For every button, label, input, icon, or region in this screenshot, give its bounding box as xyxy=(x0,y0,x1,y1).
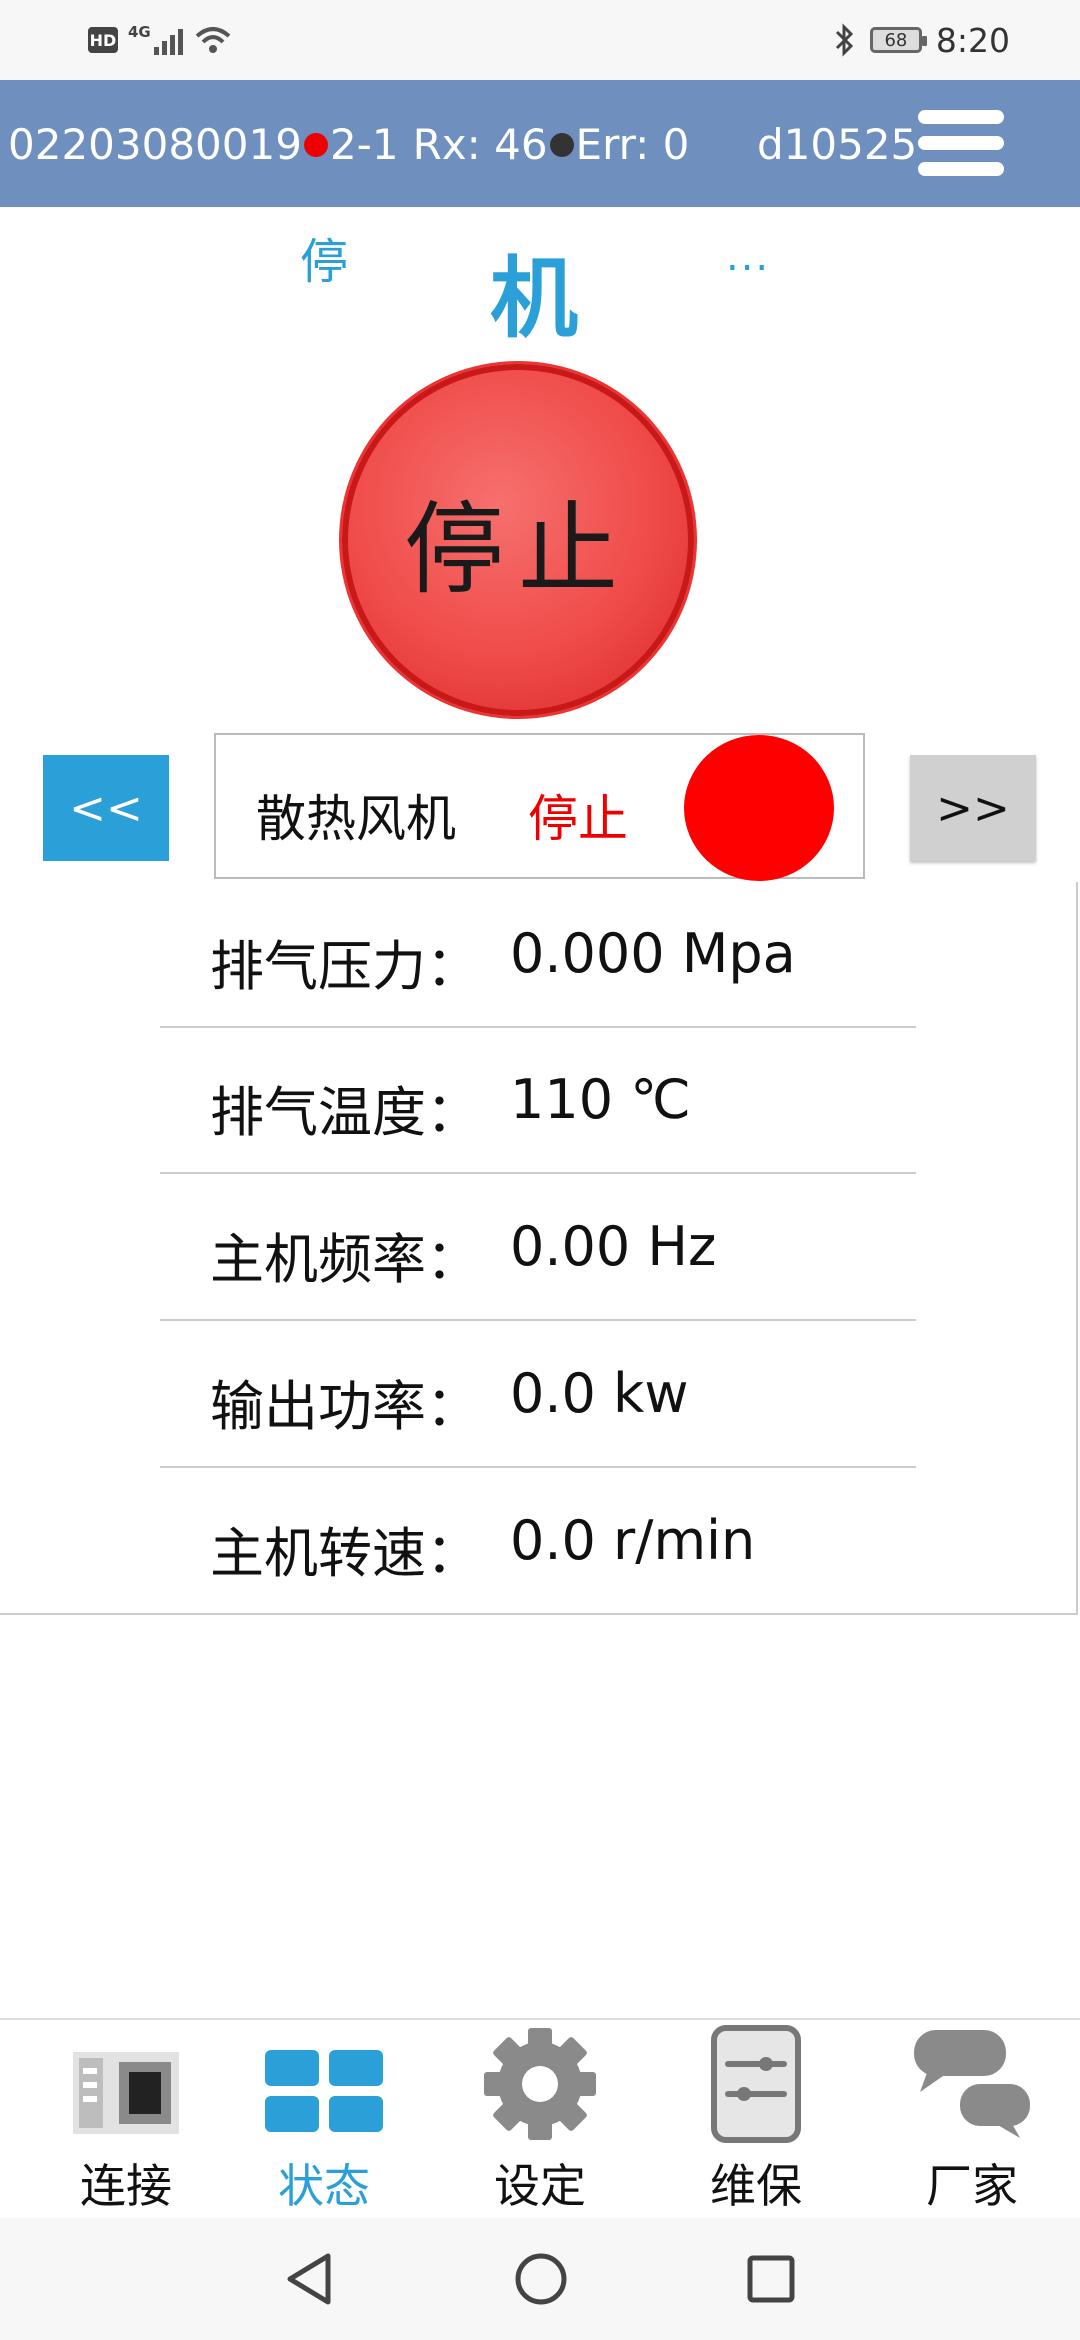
grid-icon xyxy=(265,2050,383,2132)
divider xyxy=(160,1319,916,1321)
gear-icon xyxy=(484,2028,596,2140)
bottom-tab-bar: 连接 状态 设定 维保 厂家 xyxy=(0,2018,1080,2220)
reading-label: 主机转速： xyxy=(210,1522,480,1585)
reading-row: 主机转速： 0.0 r/min xyxy=(160,1469,916,1615)
back-icon[interactable] xyxy=(284,2252,334,2306)
cell-signal-icon: 4G xyxy=(128,23,183,55)
menu-icon[interactable] xyxy=(918,110,1004,190)
recents-icon[interactable] xyxy=(746,2252,796,2306)
reading-row: 主机频率： 0.00 Hz xyxy=(160,1175,916,1321)
tab-vendor[interactable]: 厂家 xyxy=(864,2020,1080,2220)
bluetooth-icon xyxy=(835,23,854,57)
wifi-icon xyxy=(195,27,231,53)
app-header: 02203080019 2-1 Rx: 46 Err: 0 d10525 xyxy=(0,80,1080,207)
reading-row: 排气压力： 0.000 Mpa xyxy=(160,882,916,1028)
tab-label: 厂家 xyxy=(926,2159,1018,2213)
reading-row: 排气温度： 110 ℃ xyxy=(160,1028,916,1174)
tab-label: 连接 xyxy=(80,2159,172,2213)
device-id: d10525 xyxy=(757,120,918,169)
reading-value: 0.000 Mpa xyxy=(510,922,796,985)
tab-maintenance[interactable]: 维保 xyxy=(648,2020,864,2220)
reading-value: 0.00 Hz xyxy=(510,1215,717,1278)
reading-value: 0.0 kw xyxy=(510,1362,689,1425)
hd-badge: HD xyxy=(88,27,118,53)
divider xyxy=(160,1466,916,1468)
reading-label: 输出功率： xyxy=(210,1375,480,1438)
connection-info: 02203080019 2-1 Rx: 46 Err: 0 xyxy=(8,120,689,169)
stop-button-label: 停止 xyxy=(404,490,632,608)
status-right: 68 8:20 xyxy=(834,18,1010,62)
next-component-button[interactable]: >> xyxy=(910,755,1036,861)
tab-label: 维保 xyxy=(710,2159,802,2213)
status-bar: HD 4G 68 8:20 xyxy=(0,0,1080,80)
page-title: 机 xyxy=(490,247,579,350)
battery-level: 68 xyxy=(884,29,908,51)
clock: 8:20 xyxy=(935,20,1010,60)
reading-value: 0.0 r/min xyxy=(510,1509,756,1572)
serial-number: 02203080019 xyxy=(8,120,302,169)
tab-connect[interactable]: 连接 xyxy=(18,2020,234,2220)
stop-button[interactable]: 停止 xyxy=(342,364,694,716)
status-lamp-icon xyxy=(684,735,834,881)
reading-row: 输出功率： 0.0 kw xyxy=(160,1322,916,1468)
title-left: 停 xyxy=(300,234,349,290)
status-left: HD 4G xyxy=(88,22,233,58)
battery-icon: 68 xyxy=(869,27,927,53)
reading-value: 110 ℃ xyxy=(510,1068,691,1131)
readings-panel: 排气压力： 0.000 Mpa 排气温度： 110 ℃ 主机频率： 0.00 H… xyxy=(0,882,1078,1615)
component-status-card: 散热风机 停止 xyxy=(214,733,865,881)
rx-indicator-dot xyxy=(303,132,328,157)
err-indicator-dot xyxy=(549,132,574,157)
reading-label: 主机频率： xyxy=(210,1228,480,1291)
component-state: 停止 xyxy=(528,790,628,848)
network-type: 4G xyxy=(128,23,151,41)
title-ellipsis: ... xyxy=(726,234,771,280)
tab-label: 状态 xyxy=(278,2159,370,2213)
tab-settings[interactable]: 设定 xyxy=(432,2020,648,2220)
connect-icon xyxy=(73,2052,179,2134)
sliders-icon xyxy=(711,2025,801,2143)
link-id: 2-1 xyxy=(329,120,399,169)
reading-label: 排气温度： xyxy=(210,1081,480,1144)
component-name: 散热风机 xyxy=(256,790,456,848)
tab-status[interactable]: 状态 xyxy=(216,2020,432,2220)
system-nav-bar xyxy=(0,2218,1080,2340)
prev-component-button[interactable]: << xyxy=(43,755,169,861)
rx-count: Rx: 46 xyxy=(412,120,548,169)
chat-icon xyxy=(914,2030,1030,2138)
tab-label: 设定 xyxy=(494,2159,586,2213)
err-count: Err: 0 xyxy=(575,120,690,169)
reading-label: 排气压力： xyxy=(210,935,480,998)
home-icon[interactable] xyxy=(514,2252,568,2306)
divider xyxy=(160,1172,916,1174)
